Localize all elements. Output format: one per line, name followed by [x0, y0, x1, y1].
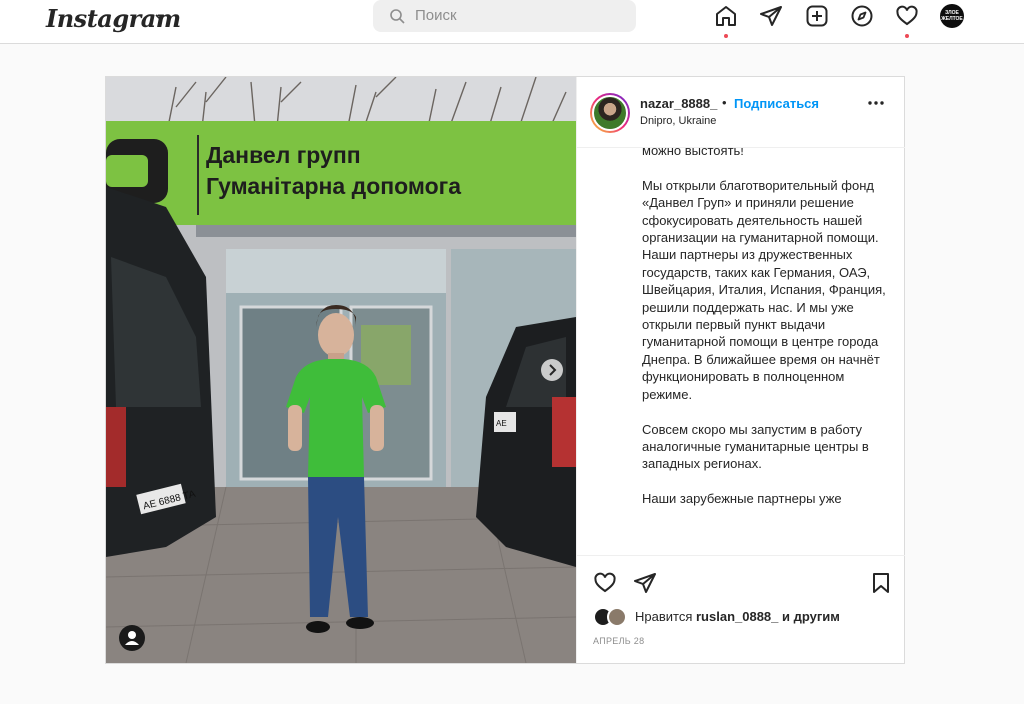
likes-suffix[interactable]: и другим: [782, 609, 840, 624]
post-photo[interactable]: Данвел групп Гуманітарна допомога АЕ 688…: [106, 77, 576, 663]
author-avatar-image: [592, 95, 628, 131]
likes-summary[interactable]: Нравится ruslan_0888_ и другим: [635, 609, 840, 624]
post-date[interactable]: апрель 28: [593, 636, 644, 646]
sign-text-line2: Гуманітарна допомога: [206, 173, 461, 199]
post-side-panel: nazar_8888_ • Подписаться Dnipro, Ukrain…: [576, 77, 905, 663]
liker-avatar-2[interactable]: [607, 607, 627, 627]
chevron-down-icon[interactable]: [154, 11, 166, 23]
search-placeholder[interactable]: Поиск: [415, 7, 457, 24]
share-icon[interactable]: [633, 571, 657, 595]
post-card: Данвел групп Гуманітарна допомога АЕ 688…: [105, 76, 905, 664]
post-caption: можно выстоять! Мы открыли благотворител…: [642, 148, 886, 507]
user-tag-icon: [125, 631, 139, 645]
sign-text-line1: Данвел групп: [206, 142, 361, 168]
bookmark-icon[interactable]: [869, 571, 893, 595]
home-icon[interactable]: [714, 4, 738, 28]
activity-heart-icon[interactable]: [895, 4, 919, 28]
activity-notification-dot: [905, 34, 909, 38]
top-navbar: Instagram Поиск ЗЛОЕ ЖЕЛТОЕ: [0, 0, 1024, 44]
search-icon: [390, 9, 405, 24]
post-header: nazar_8888_ • Подписаться Dnipro, Ukrain…: [577, 77, 905, 148]
carousel-next-button[interactable]: [541, 359, 563, 381]
likes-user[interactable]: ruslan_0888_: [696, 609, 778, 624]
search-bar[interactable]: Поиск: [373, 0, 636, 32]
follow-button[interactable]: Подписаться: [734, 96, 819, 111]
chevron-right-icon: [549, 364, 557, 376]
post-actions: Нравится ruslan_0888_ и другим апрель 28: [577, 555, 905, 663]
more-options-icon[interactable]: [867, 100, 885, 106]
like-heart-icon[interactable]: [593, 571, 617, 595]
tagged-users-button[interactable]: [119, 625, 145, 651]
home-notification-dot: [724, 34, 728, 38]
post-location[interactable]: Dnipro, Ukraine: [640, 115, 716, 127]
author-username[interactable]: nazar_8888_: [640, 96, 717, 111]
new-post-icon[interactable]: [805, 4, 829, 28]
header-separator: •: [722, 95, 727, 110]
explore-icon[interactable]: [850, 4, 874, 28]
profile-avatar[interactable]: ЗЛОЕ ЖЕЛТОЕ: [940, 4, 964, 28]
likes-prefix: Нравится: [635, 609, 693, 624]
caption-scroll-area[interactable]: можно выстоять! Мы открыли благотворител…: [577, 148, 905, 555]
plate-right: АЕ: [496, 419, 507, 428]
direct-icon[interactable]: [759, 4, 783, 28]
photo-scene: Данвел групп Гуманітарна допомога АЕ 688…: [106, 77, 576, 663]
author-avatar[interactable]: [590, 93, 630, 133]
